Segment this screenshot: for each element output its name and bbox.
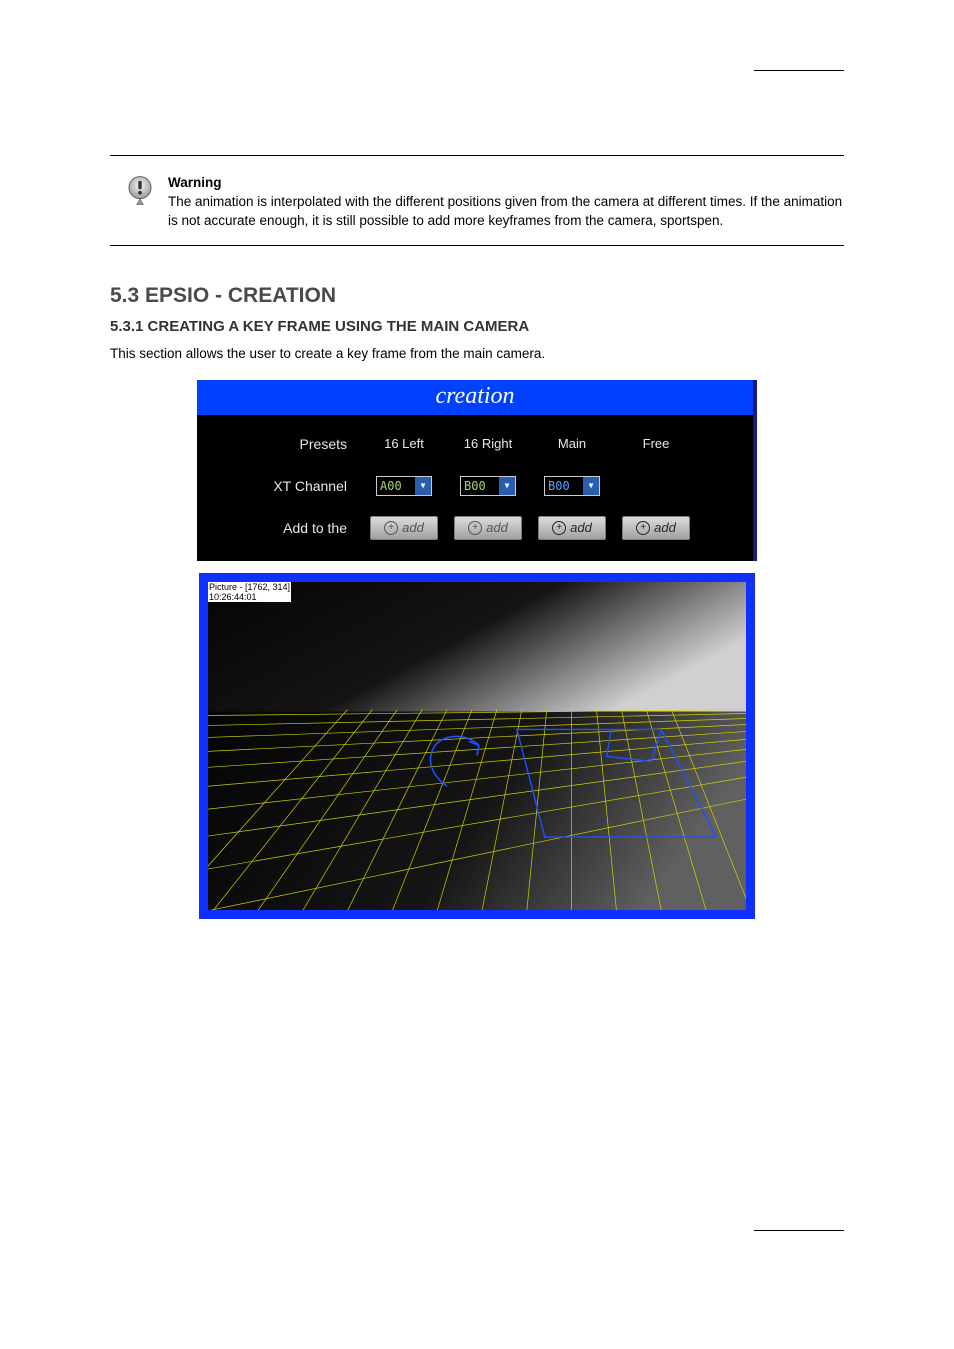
creation-panel: creation Presets 16 Left 16 Right Main F…: [197, 380, 757, 561]
warning-title: Warning: [168, 175, 222, 190]
preset-main: Main: [537, 436, 607, 451]
bottom-right-rule: [754, 1230, 844, 1231]
add-button-3[interactable]: + add: [538, 516, 606, 540]
add-button-label: add: [402, 520, 424, 535]
label-xt-channel: XT Channel: [197, 478, 369, 494]
top-right-rule: [754, 70, 844, 71]
add-button-label: add: [486, 520, 508, 535]
row-presets: Presets 16 Left 16 Right Main Free: [197, 423, 753, 465]
picture-coords: Picture - [1762, 314]: [209, 582, 290, 592]
warning-text: Warning The animation is interpolated wi…: [168, 174, 844, 231]
creation-header: creation: [197, 380, 753, 415]
heading-creating-keyframe: 5.3.1 CREATING A KEY FRAME USING THE MAI…: [110, 318, 844, 335]
xt-select-b00-1[interactable]: B00 ▼: [460, 476, 516, 496]
preset-16-right: 16 Right: [453, 436, 523, 451]
picture-timecode: 10:26:44:01: [209, 592, 257, 602]
plus-icon: +: [468, 521, 482, 535]
add-button-4[interactable]: + add: [622, 516, 690, 540]
add-button-1[interactable]: + add: [370, 516, 438, 540]
xt-select-value: A00: [380, 479, 402, 493]
paragraph-intro: This section allows the user to create a…: [110, 345, 844, 364]
top-rule: [110, 155, 844, 156]
label-presets: Presets: [197, 436, 369, 452]
xt-select-b00-2[interactable]: B00 ▼: [544, 476, 600, 496]
chevron-down-icon: ▼: [499, 477, 515, 495]
preset-free: Free: [621, 436, 691, 451]
warning-block: Warning The animation is interpolated wi…: [110, 174, 844, 231]
picture-overlay: Picture - [1762, 314] 10:26:44:01: [208, 582, 291, 603]
row-xt-channel: XT Channel A00 ▼ B00 ▼: [197, 465, 753, 507]
heading-epsio-creation: 5.3 EPSIO - CREATION: [110, 284, 844, 308]
xt-select-a00[interactable]: A00 ▼: [376, 476, 432, 496]
xt-select-value: B00: [464, 479, 486, 493]
warning-rule: [110, 245, 844, 246]
label-add: Add to the: [197, 520, 369, 536]
preset-16-left: 16 Left: [369, 436, 439, 451]
picture-viewer: Picture - [1762, 314] 10:26:44:01: [199, 573, 755, 920]
plus-icon: +: [552, 521, 566, 535]
plus-icon: +: [636, 521, 650, 535]
add-button-2[interactable]: + add: [454, 516, 522, 540]
warning-body: The animation is interpolated with the d…: [168, 194, 842, 228]
chevron-down-icon: ▼: [583, 477, 599, 495]
add-button-label: add: [654, 520, 676, 535]
field-canvas: [208, 582, 746, 911]
chevron-down-icon: ▼: [415, 477, 431, 495]
add-button-label: add: [570, 520, 592, 535]
row-add: Add to the + add + add: [197, 507, 753, 549]
warning-icon: [120, 174, 160, 208]
xt-select-value: B00: [548, 479, 570, 493]
plus-icon: +: [384, 521, 398, 535]
